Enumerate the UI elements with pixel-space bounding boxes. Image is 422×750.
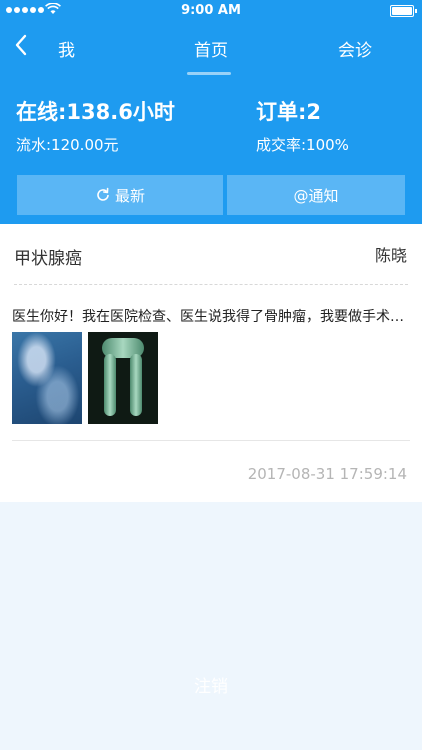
case-timestamp: 2017-08-31 17:59:14 (247, 465, 407, 483)
order-stats: 订单:2 成交率:100% (256, 96, 349, 155)
status-bar: 9:00 AM (0, 0, 422, 22)
refresh-icon (97, 187, 109, 201)
battery-icon (390, 5, 417, 17)
top-nav: 我 首页 会诊 (0, 30, 422, 64)
xray-image-legs[interactable] (88, 332, 158, 424)
nav-tab-consult[interactable]: 会诊 (338, 36, 372, 61)
header-panel: 9:00 AM 我 首页 会诊 在线:138.6小时 流水:120.00元 订单… (0, 0, 422, 224)
order-count: 订单:2 (256, 100, 322, 124)
doctor-name: 陈晓 (374, 246, 407, 265)
online-stats: 在线:138.6小时 流水:120.00元 (16, 96, 175, 155)
revenue-amount: 流水:120.00元 (16, 136, 119, 154)
logout-button[interactable]: 注销 (0, 672, 422, 697)
refresh-button[interactable]: 最新 (17, 175, 223, 215)
case-message: 医生你好！我在医院检查、医生说我得了骨肿瘤，我要做手术怎么办 (12, 309, 408, 325)
diagnosis-title: 甲状腺癌 (14, 249, 82, 269)
notify-button[interactable]: @通知 (227, 175, 405, 215)
status-time: 9:00 AM (181, 3, 241, 18)
dashed-divider (14, 284, 408, 285)
conversion-rate: 成交率:100% (256, 136, 349, 154)
nav-active-indicator (187, 72, 231, 75)
notify-label: @通知 (293, 186, 339, 205)
online-hours: 在线:138.6小时 (16, 100, 175, 124)
refresh-label: 最新 (114, 186, 145, 205)
case-card[interactable]: 甲状腺癌 陈晓 医生你好！我在医院检查、医生说我得了骨肿瘤，我要做手术怎么办 2… (0, 224, 422, 502)
xray-image-hip[interactable] (12, 332, 82, 424)
card-divider (12, 440, 410, 441)
